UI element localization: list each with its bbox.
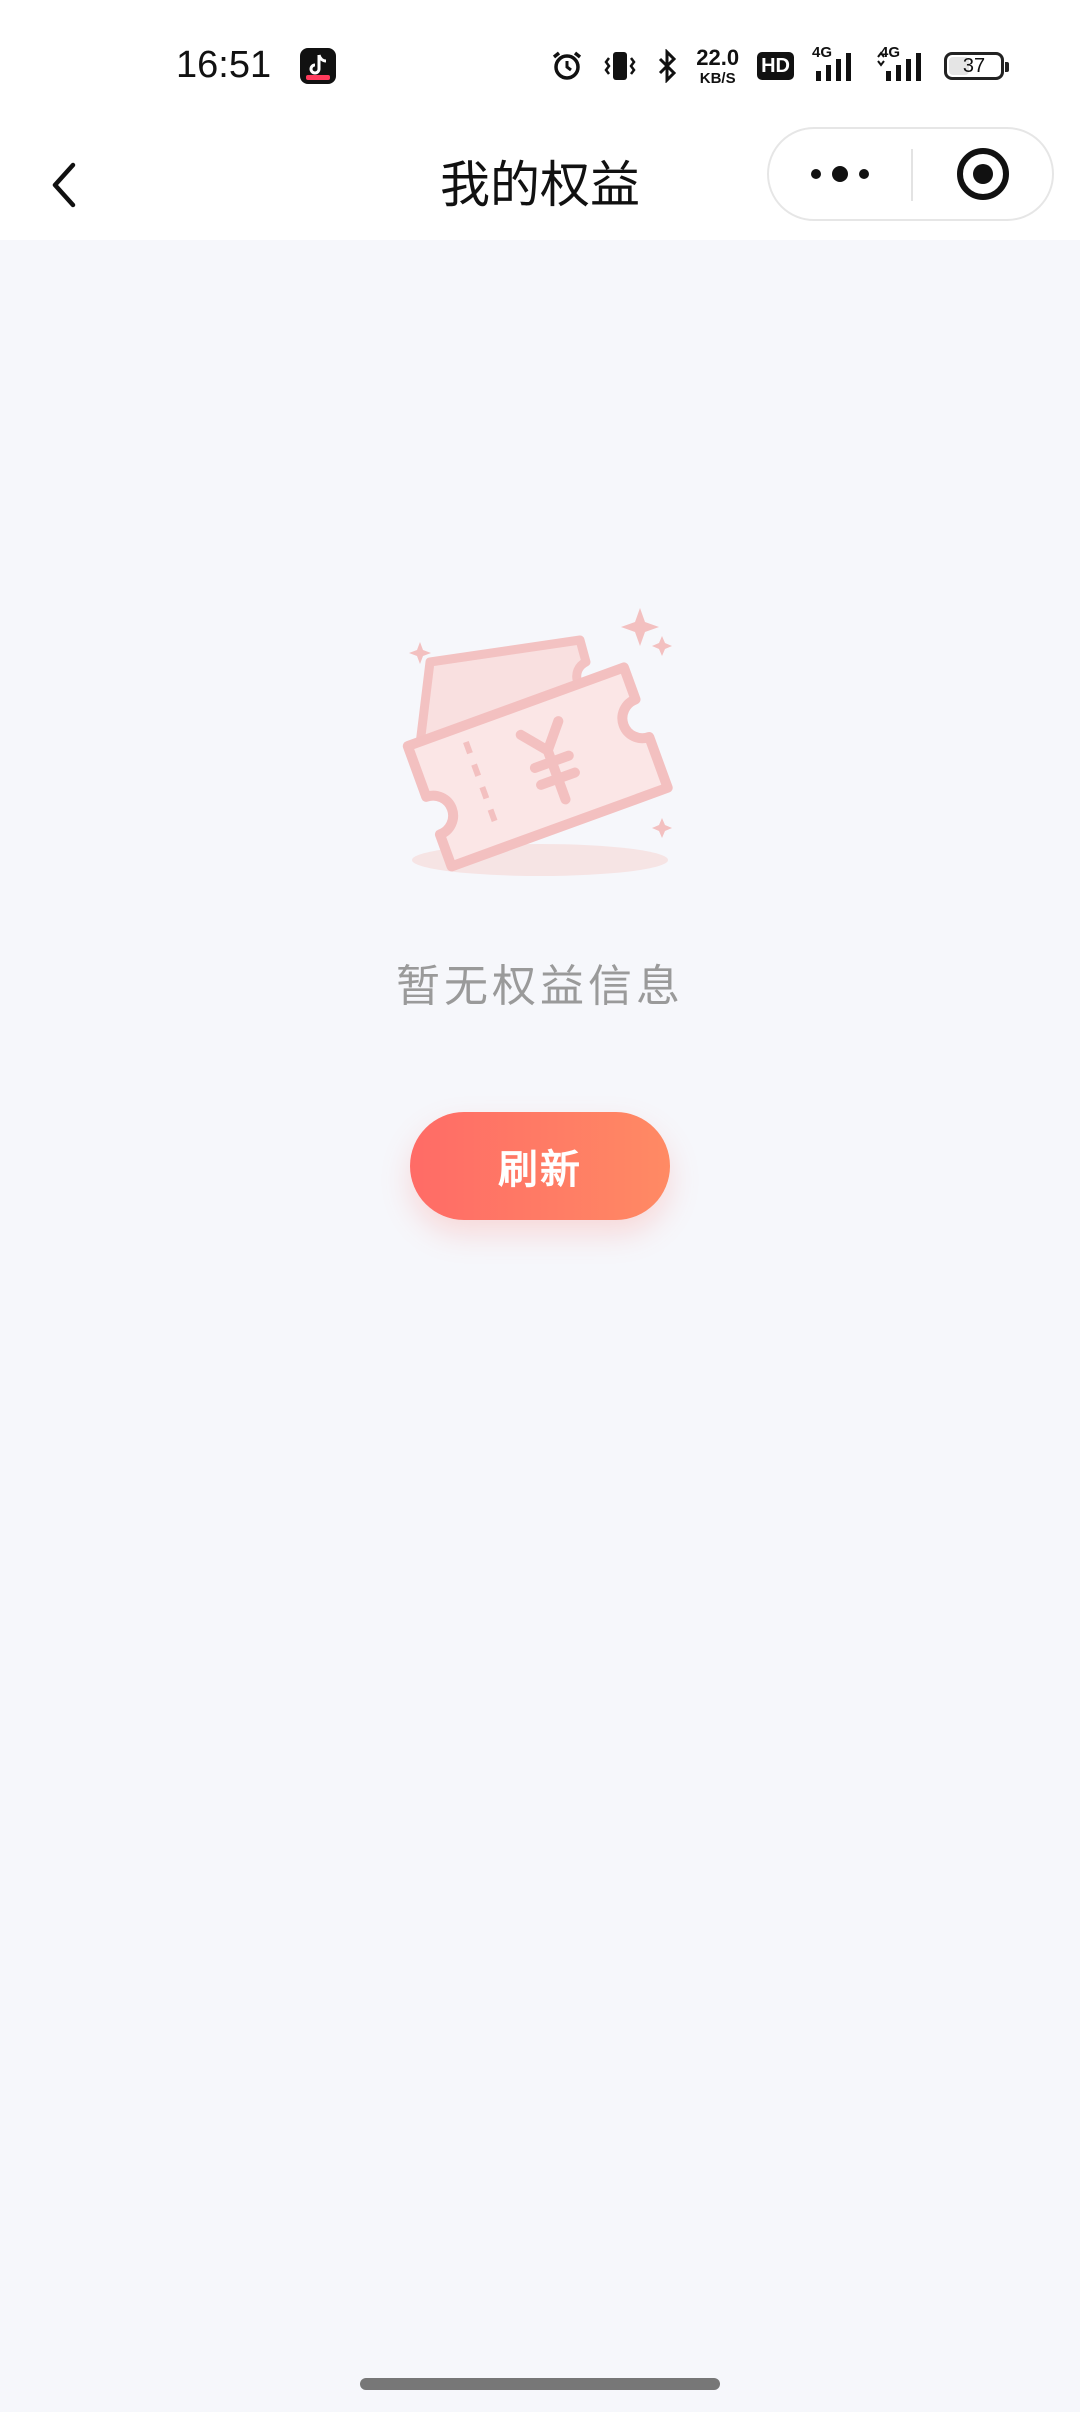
signal-icon: 4G <box>812 44 858 86</box>
signal-label: 4G <box>812 44 833 61</box>
vibrate-icon <box>602 46 638 86</box>
refresh-button[interactable]: 刷新 <box>410 1112 670 1220</box>
battery-icon: 37 <box>944 46 1009 86</box>
target-circle-icon <box>957 148 1009 200</box>
bluetooth-icon <box>656 46 678 86</box>
net-speed-value: 22.0 <box>696 44 740 70</box>
douyin-app-icon <box>300 48 336 84</box>
status-time: 16:51 <box>176 44 272 86</box>
more-dots-icon <box>811 166 869 182</box>
hd-label: HD <box>761 54 790 77</box>
more-button[interactable] <box>769 129 911 219</box>
empty-state-message: 暂无权益信息 <box>396 961 684 1012</box>
status-bar: 16:51 22.0 KB/S HD 4G 4G 37 <box>0 0 1080 130</box>
signal-label: 4G <box>880 44 901 61</box>
net-speed-unit: KB/S <box>699 69 736 87</box>
home-indicator[interactable] <box>360 2378 720 2390</box>
signal-icon: 4G <box>876 44 926 86</box>
network-speed: 22.0 KB/S <box>696 46 739 86</box>
battery-level: 37 <box>962 54 986 77</box>
hd-icon: HD <box>757 52 794 80</box>
alarm-icon <box>550 46 584 86</box>
capsule-menu <box>767 127 1054 221</box>
close-miniprogram-button[interactable] <box>913 129 1053 219</box>
status-icons: 22.0 KB/S HD 4G 4G 37 <box>550 44 1009 86</box>
ticket-coupon-icon <box>400 600 690 890</box>
